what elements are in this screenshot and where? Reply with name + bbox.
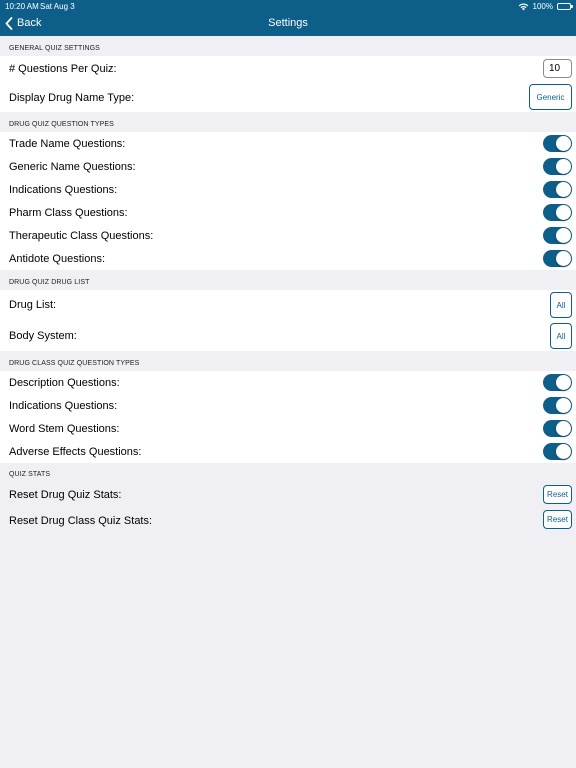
drug-list-button[interactable]: All [550,292,572,318]
therapeutic-class-toggle[interactable] [543,227,572,244]
questions-per-quiz-row: # Questions Per Quiz: 10 [0,56,576,82]
battery-percent: 100% [532,2,553,11]
drug-quiz-types-group: Trade Name Questions: Generic Name Quest… [0,132,576,270]
reset-class-label: Reset Drug Class Quiz Stats: [9,515,153,527]
reset-drug-row: Reset Drug Quiz Stats: Reset [0,482,576,507]
trade-name-toggle[interactable] [543,135,572,152]
drug-class-types-group: Description Questions: Indications Quest… [0,371,576,463]
battery-icon [557,3,573,10]
trade-name-label: Trade Name Questions: [9,138,126,150]
adverse-effects-label: Adverse Effects Questions: [9,446,142,458]
drug-list-row: Drug List: All [0,290,576,320]
drug-list-label: Drug List: [9,299,57,311]
drug-name-type-button[interactable]: Generic [529,84,572,110]
status-date: Sat Aug 3 [40,2,75,11]
questions-per-quiz-label: # Questions Per Quiz: [9,63,117,75]
drug-name-type-label: Display Drug Name Type: [9,92,135,104]
antidote-toggle[interactable] [543,250,572,267]
toggle-row: Generic Name Questions: [0,155,576,178]
section-header-drug-class-types: DRUG CLASS QUIZ QUESTION TYPES [9,360,140,367]
word-stem-toggle[interactable] [543,420,572,437]
generic-name-label: Generic Name Questions: [9,161,136,173]
page-title: Settings [268,17,308,29]
description-label: Description Questions: [9,377,120,389]
drug-list-group: Drug List: All Body System: All [0,290,576,351]
wifi-icon [518,3,528,10]
pharm-class-toggle[interactable] [543,204,572,221]
description-toggle[interactable] [543,374,572,391]
section-header-drug-list: DRUG QUIZ DRUG LIST [9,279,90,286]
toggle-row: Trade Name Questions: [0,132,576,155]
reset-drug-button[interactable]: Reset [543,485,572,504]
quiz-stats-group: Reset Drug Quiz Stats: Reset Reset Drug … [0,482,576,532]
class-indications-toggle[interactable] [543,397,572,414]
status-bar: 10:20 AM Sat Aug 3 100% [0,0,576,11]
reset-class-row: Reset Drug Class Quiz Stats: Reset [0,507,576,532]
toggle-row: Adverse Effects Questions: [0,440,576,463]
drug-name-type-row: Display Drug Name Type: Generic [0,82,576,112]
adverse-effects-toggle[interactable] [543,443,572,460]
indications-label: Indications Questions: [9,184,118,196]
reset-class-button[interactable]: Reset [543,510,572,529]
section-header-drug-quiz-types: DRUG QUIZ QUESTION TYPES [9,121,114,128]
body-system-button[interactable]: All [550,323,572,349]
pharm-class-label: Pharm Class Questions: [9,207,128,219]
section-header-general: GENERAL QUIZ SETTINGS [9,45,100,52]
toggle-row: Antidote Questions: [0,247,576,270]
indications-toggle[interactable] [543,181,572,198]
antidote-label: Antidote Questions: [9,253,106,265]
toggle-row: Indications Questions: [0,178,576,201]
therapeutic-class-label: Therapeutic Class Questions: [9,230,154,242]
body-system-label: Body System: [9,330,77,342]
status-time: 10:20 AM [5,2,39,11]
general-settings-group: # Questions Per Quiz: 10 Display Drug Na… [0,56,576,112]
questions-per-quiz-input[interactable]: 10 [543,59,572,78]
toggle-row: Therapeutic Class Questions: [0,224,576,247]
navigation-bar: 10:20 AM Sat Aug 3 100% Back Settings [0,0,576,36]
body-system-row: Body System: All [0,320,576,351]
class-indications-label: Indications Questions: [9,400,118,412]
section-header-quiz-stats: QUIZ STATS [9,471,51,478]
reset-drug-label: Reset Drug Quiz Stats: [9,489,122,501]
toggle-row: Indications Questions: [0,394,576,417]
word-stem-label: Word Stem Questions: [9,423,120,435]
toggle-row: Pharm Class Questions: [0,201,576,224]
toggle-row: Word Stem Questions: [0,417,576,440]
status-right: 100% [518,1,573,12]
generic-name-toggle[interactable] [543,158,572,175]
toggle-row: Description Questions: [0,371,576,394]
